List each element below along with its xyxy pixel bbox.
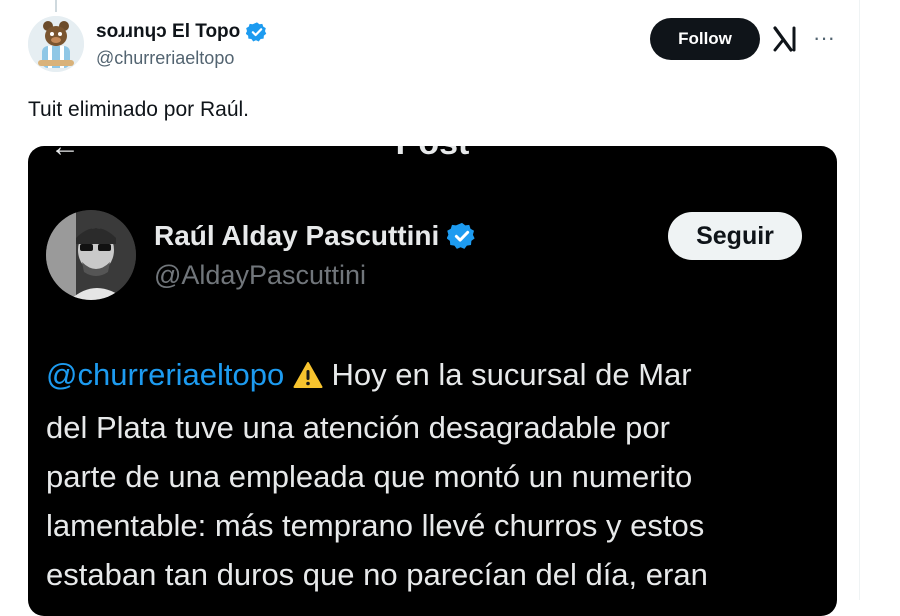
author-block: soɹɹnɥɔ El Topo @churreriaeltopo: [96, 20, 268, 69]
more-icon[interactable]: ···: [808, 22, 840, 54]
author-name[interactable]: soɹɹnɥɔ El Topo: [96, 21, 240, 43]
embedded-header-title: Post: [28, 146, 837, 163]
embedded-text-line: lamentable: más temprano llevé churros y…: [46, 508, 705, 543]
author-avatar[interactable]: [28, 16, 84, 72]
verified-badge-icon: [245, 21, 268, 43]
warning-icon: [293, 354, 323, 403]
embedded-text-line-rest: Hoy en la sucursal de Mar: [322, 357, 692, 392]
column-divider: [859, 0, 860, 600]
embedded-follow-button: Seguir: [668, 212, 802, 260]
x-logo-icon[interactable]: [772, 24, 798, 54]
verified-badge-icon: [446, 221, 477, 251]
embedded-text-line: estaban tan duros que no parecían del dí…: [46, 557, 708, 592]
embedded-text-line: del Plata tuve una atención desagradable…: [46, 410, 670, 445]
attached-screenshot[interactable]: ← Post Raúl Alday Pascuttini @AldayPascu…: [28, 146, 837, 616]
embedded-post-text: @churreriaeltopo Hoy en la sucursal de M…: [46, 350, 816, 599]
embedded-text-line: @churreriaeltopo Hoy en la sucursal de M…: [46, 350, 816, 403]
follow-button[interactable]: Follow: [650, 18, 760, 60]
embedded-author-avatar: [46, 210, 136, 300]
embedded-author-block: Raúl Alday Pascuttini @AldayPascuttini: [154, 220, 477, 291]
author-handle[interactable]: @churreriaeltopo: [96, 48, 268, 69]
embedded-author-name: Raúl Alday Pascuttini: [154, 220, 440, 251]
mention-link: @churreriaeltopo: [46, 357, 285, 392]
embedded-text-line: parte de una empleada que montó un numer…: [46, 459, 693, 494]
post-text: Tuit eliminado por Raúl.: [28, 98, 249, 121]
embedded-author-handle: @AldayPascuttini: [154, 260, 367, 290]
thread-connector-line: [55, 0, 57, 12]
